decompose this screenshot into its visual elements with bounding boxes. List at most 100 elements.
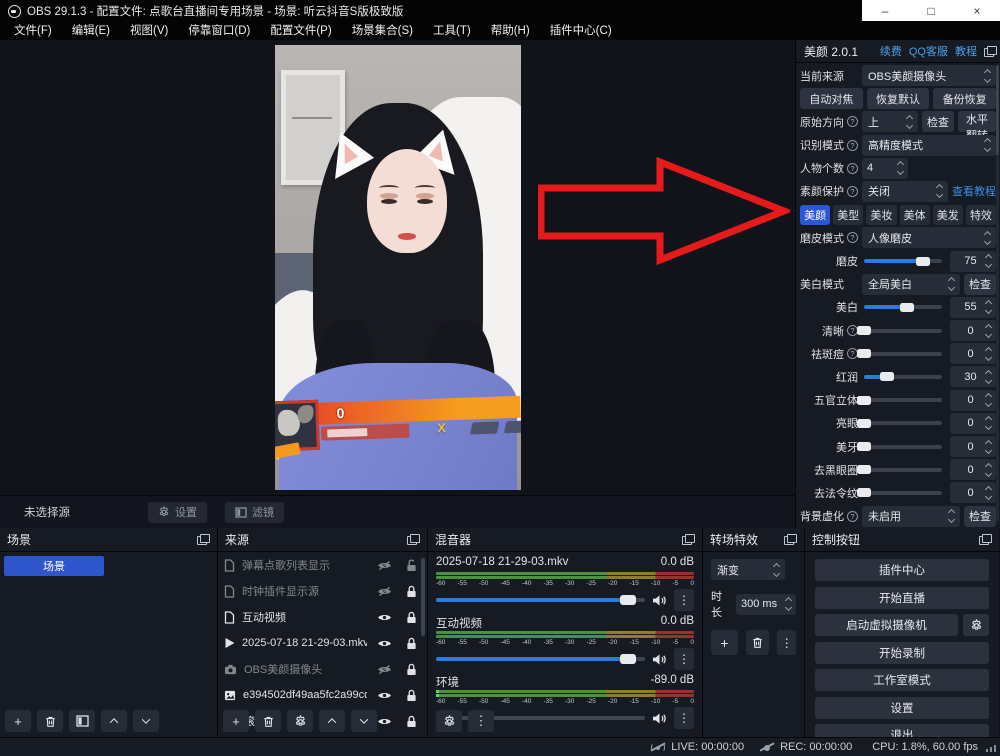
dark-circles-value-stepper[interactable]: 0: [950, 459, 996, 480]
duration-stepper[interactable]: 300 ms: [736, 594, 796, 615]
lock-toggle[interactable]: [401, 637, 421, 650]
beauty-scrollbar[interactable]: [996, 65, 999, 521]
popout-icon[interactable]: [979, 534, 992, 545]
clarity-value-stepper[interactable]: 0: [950, 320, 996, 341]
orientation-check-button[interactable]: 检查: [922, 111, 954, 132]
visibility-toggle[interactable]: [374, 690, 394, 701]
studio-mode-button[interactable]: 工作室模式: [815, 669, 989, 691]
view-tutorial-link[interactable]: 查看教程: [952, 183, 996, 199]
transition-properties-button[interactable]: ⋮: [777, 630, 796, 655]
qq-support-link[interactable]: QQ客服: [909, 43, 948, 59]
visibility-toggle[interactable]: [374, 716, 394, 727]
start-recording-button[interactable]: 开始录制: [815, 642, 989, 664]
advanced-audio-button[interactable]: [436, 710, 462, 732]
teeth-slider[interactable]: [864, 445, 942, 449]
renew-link[interactable]: 续费: [880, 43, 902, 59]
popout-icon[interactable]: [407, 534, 420, 545]
contour-value-stepper[interactable]: 0: [950, 390, 996, 411]
popout-icon[interactable]: [682, 534, 695, 545]
menu-edit[interactable]: 编辑(E): [62, 22, 120, 40]
source-row[interactable]: OBS美颜摄像头: [218, 656, 427, 682]
volume-slider[interactable]: [436, 657, 645, 661]
lock-toggle[interactable]: [401, 715, 421, 728]
menu-docks[interactable]: 停靠窗口(D): [178, 22, 260, 40]
source-properties-button[interactable]: [287, 710, 313, 732]
visibility-toggle[interactable]: [374, 612, 394, 623]
lock-toggle[interactable]: [401, 585, 421, 598]
bright-eyes-slider[interactable]: [864, 421, 942, 425]
tab-effects[interactable]: 特效: [966, 205, 996, 225]
background-blur-select[interactable]: 未启用: [862, 506, 960, 527]
move-source-down-button[interactable]: [351, 710, 377, 732]
blemish-value-stepper[interactable]: 0: [950, 343, 996, 364]
tab-reshape[interactable]: 美型: [833, 205, 863, 225]
add-source-button[interactable]: +: [223, 710, 249, 732]
white-mode-check-button[interactable]: 检查: [964, 274, 996, 295]
smooth-slider[interactable]: [864, 259, 942, 263]
tab-body[interactable]: 美体: [900, 205, 930, 225]
visibility-toggle[interactable]: [374, 586, 394, 597]
popout-icon[interactable]: [784, 534, 797, 545]
whiten-value-stepper[interactable]: 55: [950, 297, 996, 318]
remove-scene-button[interactable]: [37, 710, 63, 732]
menu-file[interactable]: 文件(F): [4, 22, 62, 40]
tab-hair[interactable]: 美发: [933, 205, 963, 225]
blemish-slider[interactable]: [864, 352, 942, 356]
maximize-button[interactable]: □: [908, 0, 954, 21]
lock-toggle[interactable]: [401, 611, 421, 624]
tutorial-link[interactable]: 教程: [955, 43, 977, 59]
menu-scene-collection[interactable]: 场景集合(S): [342, 22, 423, 40]
volume-slider[interactable]: [436, 598, 645, 602]
person-count-stepper[interactable]: 4: [862, 158, 908, 179]
recognition-select[interactable]: 高精度模式: [862, 135, 996, 156]
speaker-icon[interactable]: [652, 594, 667, 607]
virtual-camera-settings-button[interactable]: [963, 614, 989, 636]
add-transition-button[interactable]: +: [711, 630, 738, 655]
start-virtual-camera-button[interactable]: 启动虚拟摄像机: [815, 614, 958, 636]
visibility-toggle[interactable]: [374, 664, 394, 675]
menu-help[interactable]: 帮助(H): [481, 22, 540, 40]
scene-list-item[interactable]: 场景: [4, 556, 104, 576]
autofocus-button[interactable]: 自动对焦: [800, 88, 863, 109]
visibility-toggle[interactable]: [374, 638, 394, 649]
channel-menu-button[interactable]: ⋮: [674, 707, 694, 729]
menu-view[interactable]: 视图(V): [120, 22, 178, 40]
rosy-value-stepper[interactable]: 30: [950, 366, 996, 387]
contour-slider[interactable]: [864, 398, 942, 402]
restore-default-button[interactable]: 恢复默认: [867, 88, 930, 109]
close-button[interactable]: ×: [954, 0, 1000, 21]
start-streaming-button[interactable]: 开始直播: [815, 587, 989, 609]
tab-beauty[interactable]: 美颜: [800, 205, 830, 225]
source-row[interactable]: 弹幕点歌列表显示: [218, 552, 427, 578]
move-scene-down-button[interactable]: [133, 710, 159, 732]
smile-lines-slider[interactable]: [864, 491, 942, 495]
dark-circles-slider[interactable]: [864, 468, 942, 472]
minimize-button[interactable]: –: [862, 0, 908, 21]
source-row[interactable]: 时钟插件显示源: [218, 578, 427, 604]
bright-eyes-value-stepper[interactable]: 0: [950, 413, 996, 434]
source-properties-button[interactable]: 设置: [148, 502, 207, 523]
settings-button[interactable]: 设置: [815, 697, 989, 719]
preview-canvas[interactable]: 0 X: [0, 40, 795, 495]
speaker-icon[interactable]: [652, 653, 667, 666]
backup-restore-button[interactable]: 备份恢复: [933, 88, 996, 109]
help-icon[interactable]: ?: [847, 186, 858, 197]
current-source-select[interactable]: OBS美颜摄像头: [862, 65, 996, 86]
menu-plugin-center[interactable]: 插件中心(C): [540, 22, 622, 40]
menu-tools[interactable]: 工具(T): [423, 22, 481, 40]
orientation-select[interactable]: 上: [862, 111, 918, 132]
visibility-toggle[interactable]: [374, 560, 394, 571]
channel-menu-button[interactable]: ⋮: [674, 648, 694, 670]
rosy-slider[interactable]: [864, 375, 942, 379]
help-icon[interactable]: ?: [847, 511, 858, 522]
channel-menu-button[interactable]: ⋮: [674, 589, 694, 611]
source-row[interactable]: 2025-07-18 21-29-03.mkv: [218, 630, 427, 656]
popout-icon[interactable]: [984, 46, 997, 57]
plugin-center-button[interactable]: 插件中心: [815, 559, 989, 581]
source-row[interactable]: 互动视频: [218, 604, 427, 630]
source-row[interactable]: e394502df49aa5fc2a99cd2e7c: [218, 682, 427, 708]
add-scene-button[interactable]: +: [5, 710, 31, 732]
teeth-value-stepper[interactable]: 0: [950, 436, 996, 457]
transition-type-select[interactable]: 渐变: [711, 559, 785, 580]
lock-toggle[interactable]: [401, 689, 421, 702]
